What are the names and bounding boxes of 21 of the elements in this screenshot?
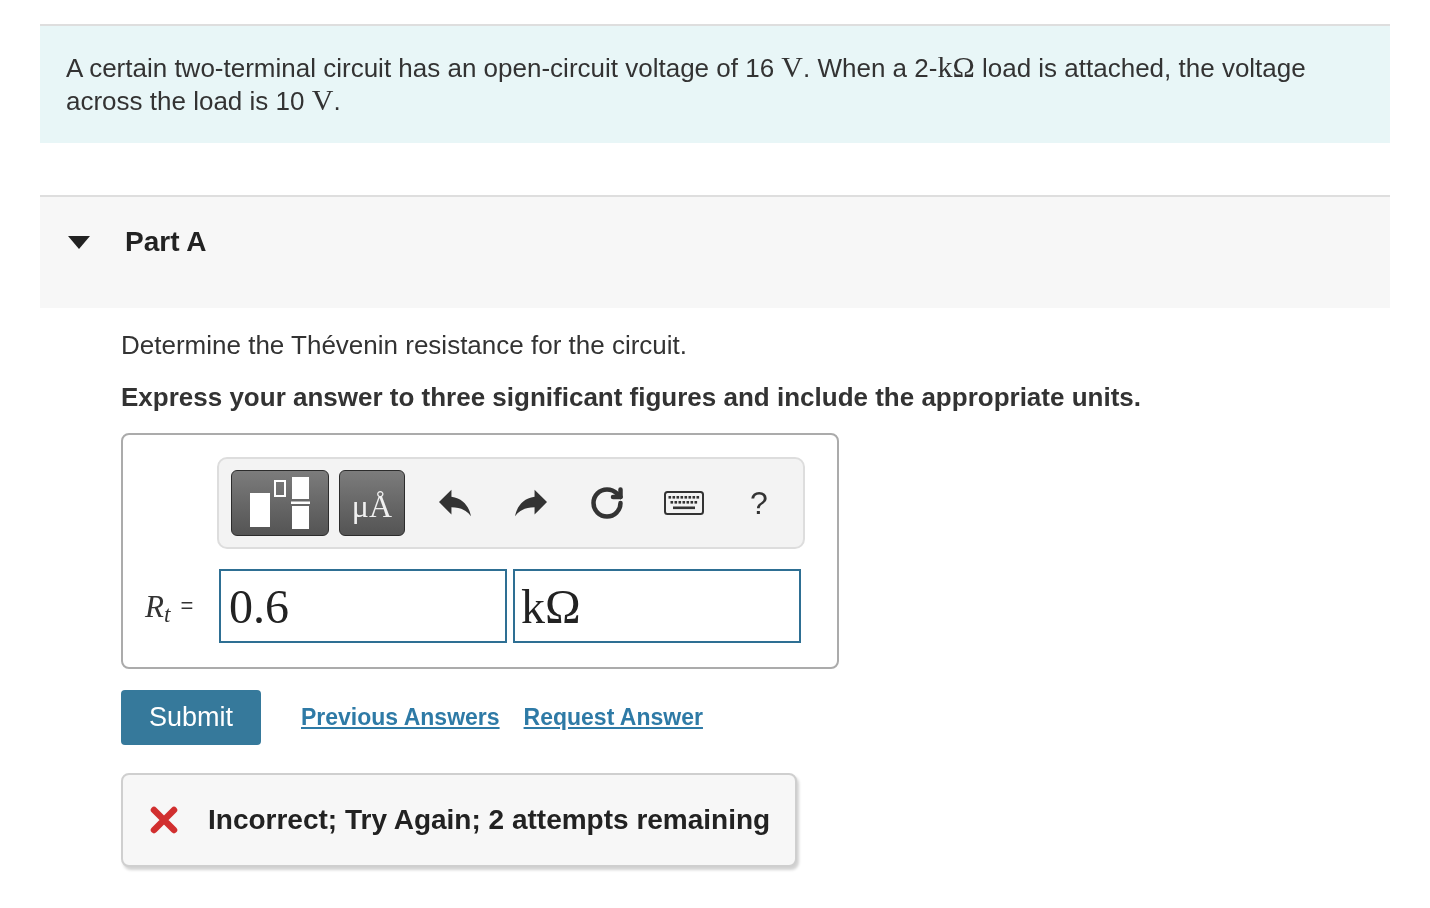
templates-icon xyxy=(250,477,310,529)
equals-sign: = xyxy=(180,595,194,617)
caret-icon[interactable] xyxy=(68,235,90,249)
units-button[interactable]: μÅ xyxy=(339,470,405,536)
keyboard-icon xyxy=(664,491,704,515)
variable-label: R$_{t}$ xyxy=(145,590,171,622)
help-button[interactable]: ? xyxy=(739,483,779,523)
reset-icon xyxy=(589,485,625,521)
question-text: Determine the Thévenin resistance for the circuit. xyxy=(121,330,687,360)
answer-input[interactable]: 0.6 xyxy=(219,569,507,643)
unit-input[interactable]: kΩ xyxy=(513,569,801,643)
cross-icon xyxy=(150,806,178,834)
feedback-text: Incorrect; Try Again; 2 attempts remaining xyxy=(208,803,771,837)
action-link[interactable]: Previous Answers xyxy=(301,700,500,735)
problem-text: A certain two-terminal circuit has an open-circuit voltage of 16 V. When a 2-kΩ load is attached, the voltage across the load is 10 V. xyxy=(66,51,1307,117)
part-title: Part A xyxy=(125,228,207,256)
part-header[interactable]: Part A xyxy=(40,195,1390,308)
action-link[interactable]: Request Answer xyxy=(523,700,703,735)
submit-button[interactable]: Submit xyxy=(121,690,261,745)
instruction-text: Express your answer to three significant figures and include the appropriate units. xyxy=(121,382,1141,412)
templates-button[interactable] xyxy=(231,470,329,536)
